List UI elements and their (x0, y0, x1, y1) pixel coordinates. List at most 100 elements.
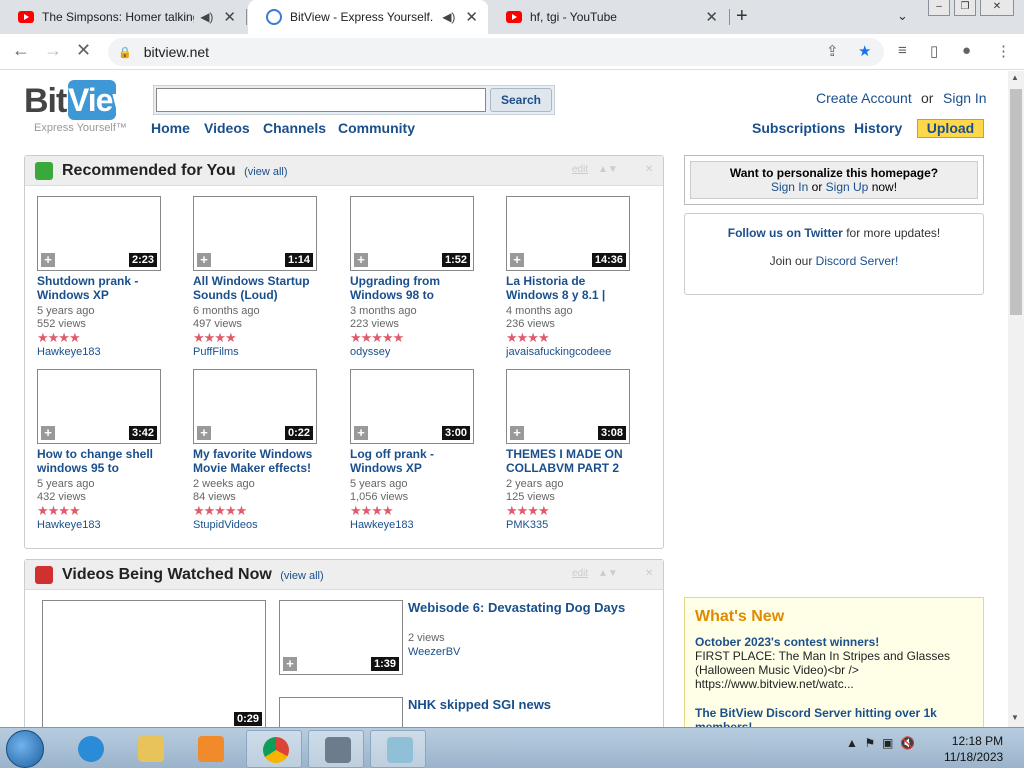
tab-search-chevron-icon[interactable]: ⌄ (897, 8, 908, 24)
watching-view-all-link[interactable]: (view all) (280, 570, 323, 582)
side-panel-icon[interactable]: ▯ (930, 42, 938, 60)
media-control-icon[interactable]: ≡ (898, 42, 907, 59)
video-uploader-link[interactable]: Hawkeye183 (37, 346, 101, 358)
video-title-link[interactable]: Webisode 6: Devastating Dog Days (408, 600, 625, 615)
new-tab-button[interactable]: + (736, 5, 748, 28)
edit-link[interactable]: edit (572, 568, 588, 579)
scroll-down-icon[interactable]: ▼ (1011, 713, 1019, 722)
bitview-logo[interactable]: Bit View Express Yourself™ (24, 80, 137, 136)
nav-home[interactable]: Home (151, 120, 190, 136)
video-title-link[interactable]: La Historia de Windows 8 y 8.1 | (506, 274, 632, 302)
taskbar-explorer[interactable] (122, 730, 178, 768)
stop-loading-icon[interactable]: ✕ (76, 40, 91, 61)
upload-button[interactable]: Upload (917, 119, 984, 138)
clock[interactable]: 12:18 PM 11/18/2023 (944, 733, 1003, 765)
add-to-queue-icon[interactable]: + (283, 657, 297, 671)
add-to-queue-icon[interactable]: + (510, 253, 524, 267)
video-uploader-link[interactable]: PMK335 (506, 519, 548, 531)
close-tab-icon[interactable]: ✕ (223, 8, 236, 26)
taskbar-app[interactable] (370, 730, 426, 768)
scrollbar-thumb[interactable] (1010, 89, 1022, 315)
bookmark-star-icon[interactable]: ★ (858, 42, 871, 60)
video-uploader-link[interactable]: WeezerBV (408, 646, 460, 658)
video-uploader-link[interactable]: Hawkeye183 (350, 519, 414, 531)
video-thumbnail[interactable]: +14:36 (506, 196, 630, 271)
share-icon[interactable]: ⇪ (826, 42, 839, 60)
featured-video-thumbnail[interactable]: 0:29 (42, 600, 266, 727)
close-panel-icon[interactable]: ✕ (645, 568, 653, 579)
edit-link[interactable]: edit (572, 164, 588, 175)
tab-bitview[interactable]: BitView - Express Yourself. ◀) ✕ (248, 0, 488, 34)
tab-simpsons[interactable]: The Simpsons: Homer talking ◀) ✕ (0, 0, 246, 34)
history-link[interactable]: History (854, 120, 902, 136)
scroll-up-icon[interactable]: ▲ (1011, 73, 1019, 82)
taskbar-chrome[interactable] (246, 730, 302, 768)
video-thumbnail[interactable]: +2:23 (37, 196, 161, 271)
video-thumbnail[interactable]: +3:08 (506, 369, 630, 444)
close-tab-icon[interactable]: ✕ (465, 8, 478, 26)
video-title-link[interactable]: All Windows Startup Sounds (Loud) (193, 274, 319, 302)
recommended-view-all-link[interactable]: (view all) (244, 166, 287, 178)
video-uploader-link[interactable]: StupidVideos (193, 519, 258, 531)
subscriptions-link[interactable]: Subscriptions (752, 120, 845, 136)
start-button[interactable] (6, 730, 44, 768)
address-bar[interactable]: 🔒 bitview.net (108, 38, 884, 66)
add-to-queue-icon[interactable]: + (197, 426, 211, 440)
video-uploader-link[interactable]: odyssey (350, 346, 390, 358)
sign-in-link[interactable]: Sign In (943, 90, 987, 106)
video-thumbnail[interactable]: +1:14 (193, 196, 317, 271)
lock-icon[interactable]: 🔒 (118, 46, 132, 59)
video-thumbnail[interactable]: +1:52 (350, 196, 474, 271)
nav-videos[interactable]: Videos (204, 120, 250, 136)
personalize-signup-link[interactable]: Sign Up (826, 180, 869, 194)
add-to-queue-icon[interactable]: + (41, 253, 55, 267)
back-icon[interactable]: ← (12, 40, 30, 61)
news-heading-link[interactable]: October 2023's contest winners! (695, 635, 879, 649)
create-account-link[interactable]: Create Account (816, 90, 912, 106)
search-input[interactable] (156, 88, 486, 112)
video-title-link[interactable]: THEMES I MADE ON COLLABVM PART 2 (506, 447, 632, 475)
video-uploader-link[interactable]: javaisafuckingcodeee (506, 346, 611, 358)
restore-icon[interactable]: ❐ (954, 0, 976, 16)
menu-kebab-icon[interactable]: ⋮ (996, 42, 1011, 60)
video-title-link[interactable]: NHK skipped SGI news (408, 697, 551, 712)
move-up-icon[interactable]: ▲▼ (598, 568, 618, 579)
add-to-queue-icon[interactable]: + (41, 426, 55, 440)
minimize-icon[interactable]: – (928, 0, 950, 16)
video-uploader-link[interactable]: PuffFilms (193, 346, 239, 358)
taskbar-ie[interactable] (62, 730, 118, 768)
move-up-icon[interactable]: ▲▼ (598, 164, 618, 175)
page-scrollbar[interactable]: ▲ ▼ (1008, 71, 1024, 727)
video-title-link[interactable]: My favorite Windows Movie Maker effects! (193, 447, 319, 475)
close-tab-icon[interactable]: ✕ (705, 8, 718, 26)
video-title-link[interactable]: How to change shell windows 95 to (37, 447, 163, 475)
video-title-link[interactable]: Log off prank - Windows XP (350, 447, 476, 475)
video-title-link[interactable]: Shutdown prank - Windows XP (37, 274, 163, 302)
speaker-icon[interactable]: ◀) (442, 10, 455, 24)
taskbar-keyboard[interactable] (308, 730, 364, 768)
nav-channels[interactable]: Channels (263, 120, 326, 136)
personalize-signin-link[interactable]: Sign In (771, 180, 808, 194)
video-title-link[interactable]: Upgrading from Windows 98 to (350, 274, 476, 302)
nav-community[interactable]: Community (338, 120, 415, 136)
video-thumbnail[interactable]: +3:42 (37, 369, 161, 444)
video-thumbnail[interactable] (279, 697, 403, 727)
video-uploader-link[interactable]: Hawkeye183 (37, 519, 101, 531)
forward-icon[interactable]: → (44, 40, 62, 61)
video-thumbnail[interactable]: +0:22 (193, 369, 317, 444)
speaker-icon[interactable]: ◀) (200, 10, 213, 24)
tab-youtube[interactable]: hf, tgi - YouTube ✕ (488, 0, 728, 34)
video-thumbnail[interactable]: +3:00 (350, 369, 474, 444)
add-to-queue-icon[interactable]: + (354, 426, 368, 440)
system-tray[interactable]: ▲ ⚑ ▣ 🔇 (846, 736, 915, 750)
profile-avatar-icon[interactable]: ● (962, 42, 971, 59)
close-window-icon[interactable]: ✕ (980, 0, 1014, 16)
discord-link[interactable]: Discord Server! (816, 254, 899, 268)
add-to-queue-icon[interactable]: + (354, 253, 368, 267)
add-to-queue-icon[interactable]: + (510, 426, 524, 440)
taskbar-media[interactable] (182, 730, 238, 768)
add-to-queue-icon[interactable]: + (197, 253, 211, 267)
video-thumbnail[interactable]: + 1:39 (279, 600, 403, 675)
search-button[interactable]: Search (490, 88, 552, 112)
close-panel-icon[interactable]: ✕ (645, 164, 653, 175)
